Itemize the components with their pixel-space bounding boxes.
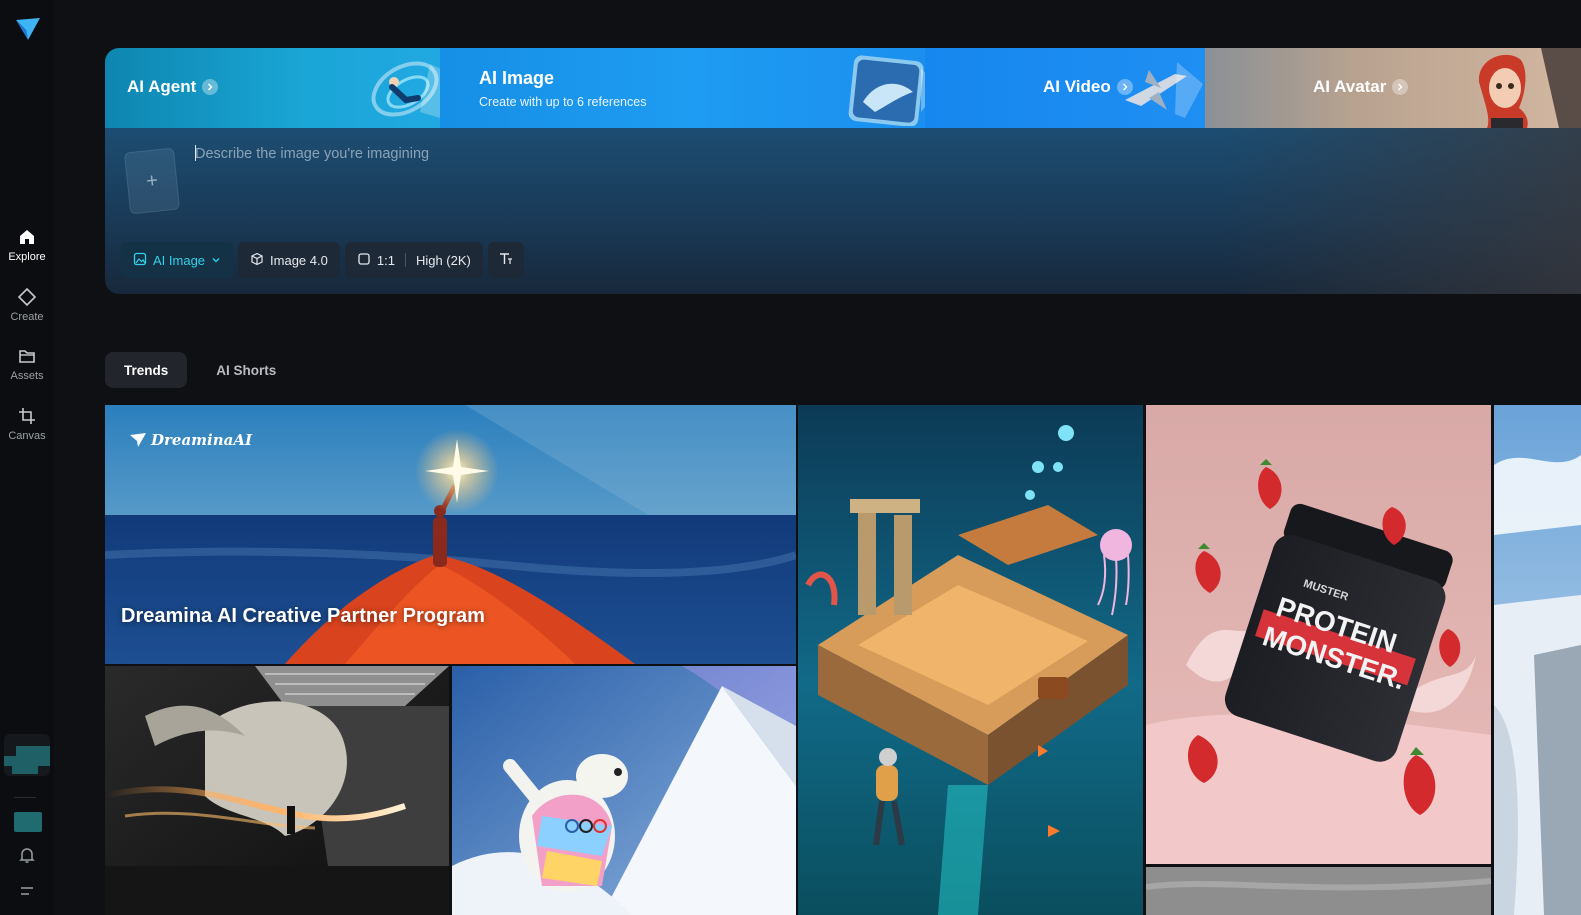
diamond-icon <box>16 286 38 308</box>
banner-ai-avatar[interactable]: AI Avatar <box>1205 48 1581 128</box>
prompt-input[interactable] <box>195 142 1295 166</box>
sidebar-item-label: Assets <box>10 370 44 382</box>
underwater-image <box>798 405 1143 915</box>
ratio-label: 1:1 <box>376 252 395 268</box>
banner-title: AI Image <box>479 68 555 88</box>
cube-icon <box>250 252 264 269</box>
add-reference-button[interactable]: + <box>123 147 181 215</box>
ratio-quality-select[interactable]: 1:1 High (2K) <box>344 242 483 278</box>
crop-icon <box>16 405 38 427</box>
sidebar-item-label: Explore <box>8 251 46 263</box>
text-caret <box>195 145 196 161</box>
home-icon <box>16 226 38 248</box>
banner-ai-video[interactable]: AI Video <box>925 48 1205 128</box>
chevron-down-icon <box>211 253 221 268</box>
banner-title: AI Video <box>1043 77 1111 96</box>
brand-star-icon <box>129 432 147 448</box>
model-select[interactable]: Image 4.0 <box>238 242 340 278</box>
gallery-card-polar-bear[interactable] <box>452 666 796 915</box>
gallery-card-snow-cliff[interactable] <box>1494 405 1581 915</box>
sidebar-item-canvas[interactable]: Canvas <box>0 405 54 457</box>
menu-icon[interactable] <box>16 884 38 900</box>
app-logo-icon[interactable] <box>14 16 42 42</box>
jet-illustration-icon <box>1115 54 1207 128</box>
banner-title: AI Agent <box>127 77 197 96</box>
model-label: Image 4.0 <box>270 252 328 268</box>
sculpture-image <box>105 666 449 915</box>
snow-cliff-image <box>1494 405 1581 915</box>
banner-subtitle: Create with up to 6 references <box>479 95 647 109</box>
mode-select[interactable]: AI Image <box>121 242 234 278</box>
sidebar-item-explore[interactable]: Explore <box>0 226 54 278</box>
text-format-icon <box>498 252 514 269</box>
folder-icon <box>16 345 38 367</box>
quality-label: High (2K) <box>415 252 471 268</box>
brand-name: DreaminaAI <box>151 431 253 449</box>
brand-logo: DreaminaAI <box>129 431 252 449</box>
sidebar: Explore Create Assets Canvas <box>0 0 54 915</box>
featured-card[interactable]: DreaminaAI Dreamina AI Creative Partner … <box>105 405 796 664</box>
sidebar-item-label: Canvas <box>8 430 46 442</box>
feature-banner: AI Agent AI Image Create with up to 6 re… <box>105 48 1581 128</box>
bell-icon[interactable] <box>16 844 38 866</box>
plus-icon: + <box>144 168 159 193</box>
stone-image <box>1146 867 1491 915</box>
gallery-card-sculpture[interactable] <box>105 666 449 915</box>
user-avatar[interactable] <box>4 734 50 776</box>
chevron-right-icon <box>1392 79 1409 95</box>
content-tabs: Trends AI Shorts <box>105 352 295 388</box>
polar-bear-image <box>452 666 796 915</box>
app-root: Explore Create Assets Canvas AI Agent AI… <box>0 0 1581 915</box>
text-style-button[interactable] <box>487 242 524 278</box>
banner-ai-agent[interactable]: AI Agent <box>105 48 452 128</box>
aspect-ratio-icon <box>357 252 371 269</box>
gallery-card-stone[interactable] <box>1146 867 1491 915</box>
featured-title: Dreamina AI Creative Partner Program <box>121 605 485 627</box>
credits-badge[interactable] <box>14 812 42 832</box>
mode-label: AI Image <box>153 252 206 268</box>
prompt-toolbar: AI Image Image 4.0 1:1 High (2K) <box>121 242 524 278</box>
sidebar-item-create[interactable]: Create <box>0 286 54 338</box>
sidebar-divider <box>14 797 36 798</box>
prompt-panel: + AI Image Image 4.0 <box>105 128 1581 294</box>
sidebar-item-label: Create <box>10 311 44 323</box>
sidebar-item-assets[interactable]: Assets <box>0 345 54 397</box>
chip-divider <box>404 253 406 267</box>
gallery-card-protein-product[interactable]: PROTEIN MONSTER. MUSTER <box>1146 405 1491 864</box>
tab-trends[interactable]: Trends <box>105 352 188 388</box>
image-mode-icon <box>133 252 147 269</box>
protein-product-image: PROTEIN MONSTER. MUSTER <box>1146 405 1491 864</box>
gallery-card-underwater-ruins[interactable] <box>798 405 1143 915</box>
tab-ai-shorts[interactable]: AI Shorts <box>197 352 295 388</box>
chevron-right-icon <box>202 79 219 95</box>
avatar-girl-illustration-icon <box>1467 48 1581 128</box>
banner-title: AI Avatar <box>1313 77 1387 96</box>
banner-ai-image[interactable]: AI Image Create with up to 6 references <box>440 48 939 128</box>
